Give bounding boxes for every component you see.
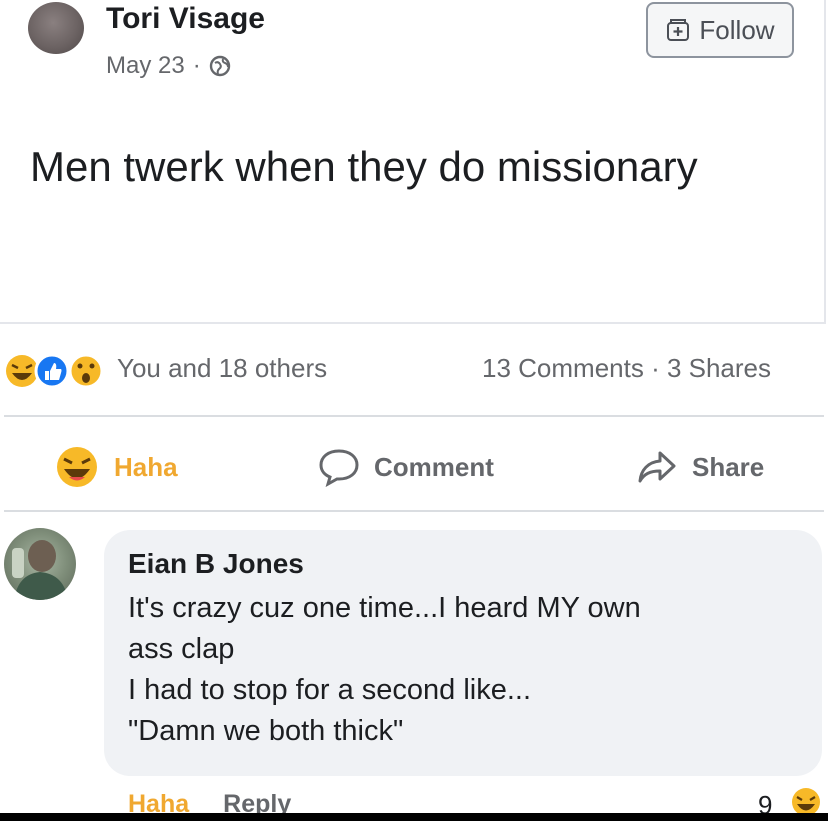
follow-label: Follow <box>699 14 775 45</box>
commenter-avatar[interactable] <box>4 528 76 600</box>
reaction-icons[interactable] <box>4 351 114 391</box>
comment-label: Comment <box>374 451 494 482</box>
like-reaction-icon <box>34 353 70 389</box>
follow-button[interactable]: Follow <box>646 2 794 58</box>
comment-line: ass clap <box>128 633 235 665</box>
comment-bubble: Eian B Jones It's crazy cuz one time...I… <box>104 530 822 776</box>
comment-line: "Damn we both thick" <box>128 715 404 747</box>
follow-icon <box>667 19 690 41</box>
share-button[interactable]: Share <box>636 432 764 502</box>
action-bar: Haha Comment Share <box>0 432 828 502</box>
haha-button[interactable]: Haha <box>54 432 178 502</box>
globe-icon <box>209 55 230 77</box>
haha-reaction-icon <box>57 447 97 487</box>
avatar-image <box>12 540 68 600</box>
comment-bubble-icon <box>319 449 359 487</box>
post-date[interactable]: May 23 <box>106 52 185 80</box>
divider <box>4 415 824 417</box>
comment-button[interactable]: Comment <box>318 432 494 502</box>
comment-line: I had to stop for a second like... <box>128 674 532 706</box>
haha-label: Haha <box>114 451 178 482</box>
meta-separator: · <box>192 52 201 79</box>
author-avatar[interactable] <box>28 2 84 54</box>
reactions-text[interactable]: You and 18 others <box>117 353 327 384</box>
comment-line: It's crazy cuz one time...I heard MY own <box>128 592 641 624</box>
share-label: Share <box>692 451 765 482</box>
comments-shares-count[interactable]: 13 Comments · 3 Shares <box>482 353 771 384</box>
post-meta: May 23 · <box>106 52 231 80</box>
author-name[interactable]: Tori Visage <box>106 2 265 36</box>
comment-text: It's crazy cuz one time...I heard MY own… <box>128 588 808 752</box>
haha-reaction-icon <box>6 355 38 387</box>
post-card: Tori Visage May 23 · Follow Men twerk wh… <box>0 0 826 324</box>
reactions-summary: You and 18 others 13 Comments · 3 Shares <box>0 345 828 395</box>
wow-reaction-icon <box>68 353 104 389</box>
post-text: Men twerk when they do missionary <box>30 143 698 190</box>
commenter-name[interactable]: Eian B Jones <box>128 548 304 580</box>
share-arrow-icon <box>638 451 676 483</box>
divider <box>4 510 824 512</box>
screen-edge <box>0 813 828 821</box>
